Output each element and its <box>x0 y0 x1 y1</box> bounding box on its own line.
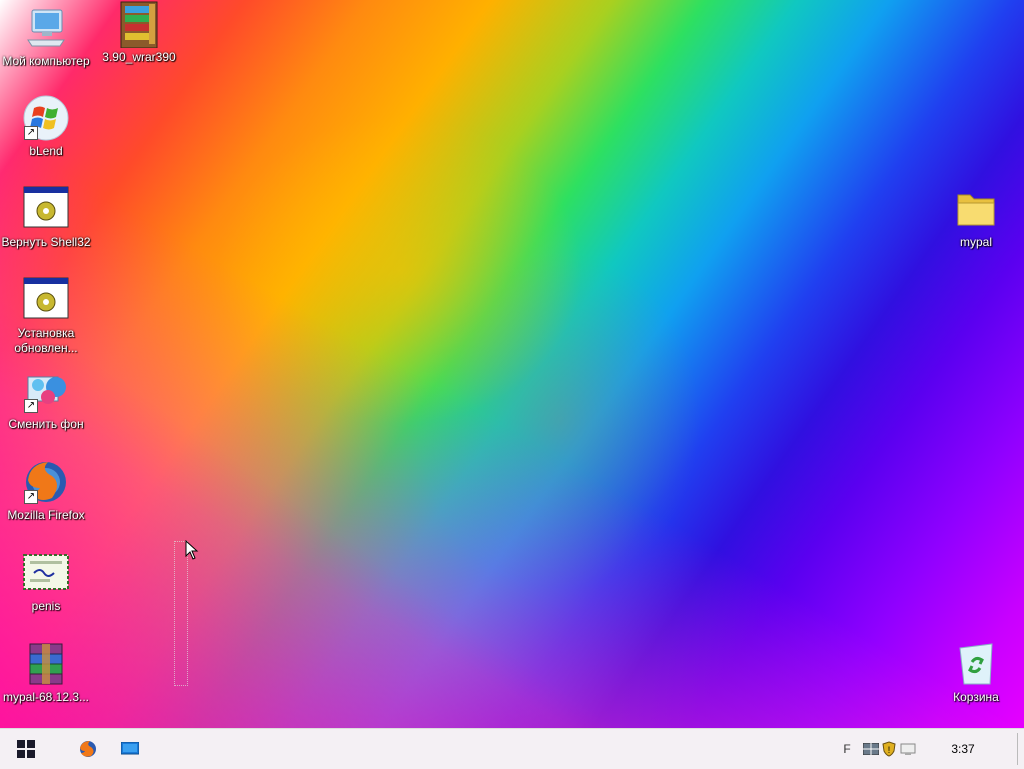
desktop-icon-label: mypal-68.12.3... <box>2 690 90 704</box>
winrar-archive-icon <box>115 0 163 49</box>
application-gear-icon <box>22 276 70 324</box>
shortcut-arrow-icon: ↗ <box>24 490 38 504</box>
desktop-icon-firefox[interactable]: ↗ Mozilla Firefox <box>0 458 92 523</box>
shortcut-arrow-icon: ↗ <box>24 126 38 140</box>
display-tray-icon[interactable] <box>898 729 918 769</box>
desktop-icon-label: bLend <box>29 144 63 158</box>
mouse-cursor-icon <box>185 539 199 565</box>
desktop[interactable]: Мой компьютер 3.90_wrar390 ↗ bLend Верну… <box>0 0 1024 728</box>
firefox-icon: ↗ <box>22 458 70 506</box>
folder-icon <box>952 185 1000 233</box>
desktop-icon-label: Установка обновлен... <box>14 326 78 355</box>
taskbar-clock[interactable]: 3:37 <box>940 729 986 769</box>
desktop-icon-label: Вернуть Shell32 <box>1 235 91 249</box>
computer-icon <box>22 4 70 52</box>
taskbar: F ! 3:37 <box>0 728 1024 769</box>
desktop-icon-restore-shell32[interactable]: Вернуть Shell32 <box>0 185 92 250</box>
desktop-icon-label: penis <box>31 599 61 613</box>
winrar-archive-icon <box>22 640 70 688</box>
desktop-icon-wrar390[interactable]: 3.90_wrar390 <box>93 0 185 65</box>
svg-text:!: ! <box>888 745 891 755</box>
windows-logo-icon: ↗ <box>22 94 70 142</box>
tray-language-indicator[interactable]: F <box>840 729 854 769</box>
show-desktop-icon[interactable] <box>114 729 146 769</box>
desktop-icon-label: Mozilla Firefox <box>7 508 85 522</box>
show-desktop-divider[interactable] <box>1017 733 1018 765</box>
application-gear-icon <box>22 185 70 233</box>
desktop-icon-penis[interactable]: penis <box>0 549 92 614</box>
recycle-bin-icon <box>952 640 1000 688</box>
start-windows-icon[interactable] <box>10 729 42 769</box>
shortcut-arrow-icon: ↗ <box>24 399 38 413</box>
change-wallpaper-icon: ↗ <box>22 367 70 415</box>
security-shield-icon[interactable]: ! <box>880 729 898 769</box>
taskbar-firefox-icon[interactable] <box>72 729 104 769</box>
desktop-icon-recycle-bin[interactable]: Корзина <box>930 640 1022 705</box>
desktop-icon-mypal-folder[interactable]: mypal <box>930 185 1022 250</box>
certificate-icon <box>22 549 70 597</box>
desktop-icon-label: Корзина <box>953 690 999 704</box>
network-icon[interactable] <box>862 729 880 769</box>
desktop-icon-label: mypal <box>959 235 992 249</box>
desktop-icon-change-wallpaper[interactable]: ↗ Сменить фон <box>0 367 92 432</box>
desktop-icon-my-computer[interactable]: Мой компьютер <box>0 4 92 69</box>
desktop-icon-blend[interactable]: ↗ bLend <box>0 94 92 159</box>
desktop-icon-label: Мой компьютер <box>2 54 90 68</box>
desktop-icon-install-updates[interactable]: Установка обновлен... <box>0 276 92 356</box>
desktop-icon-label: 3.90_wrar390 <box>102 50 176 64</box>
desktop-icon-mypal-archive[interactable]: mypal-68.12.3... <box>0 640 92 705</box>
desktop-icon-label: Сменить фон <box>8 417 84 431</box>
